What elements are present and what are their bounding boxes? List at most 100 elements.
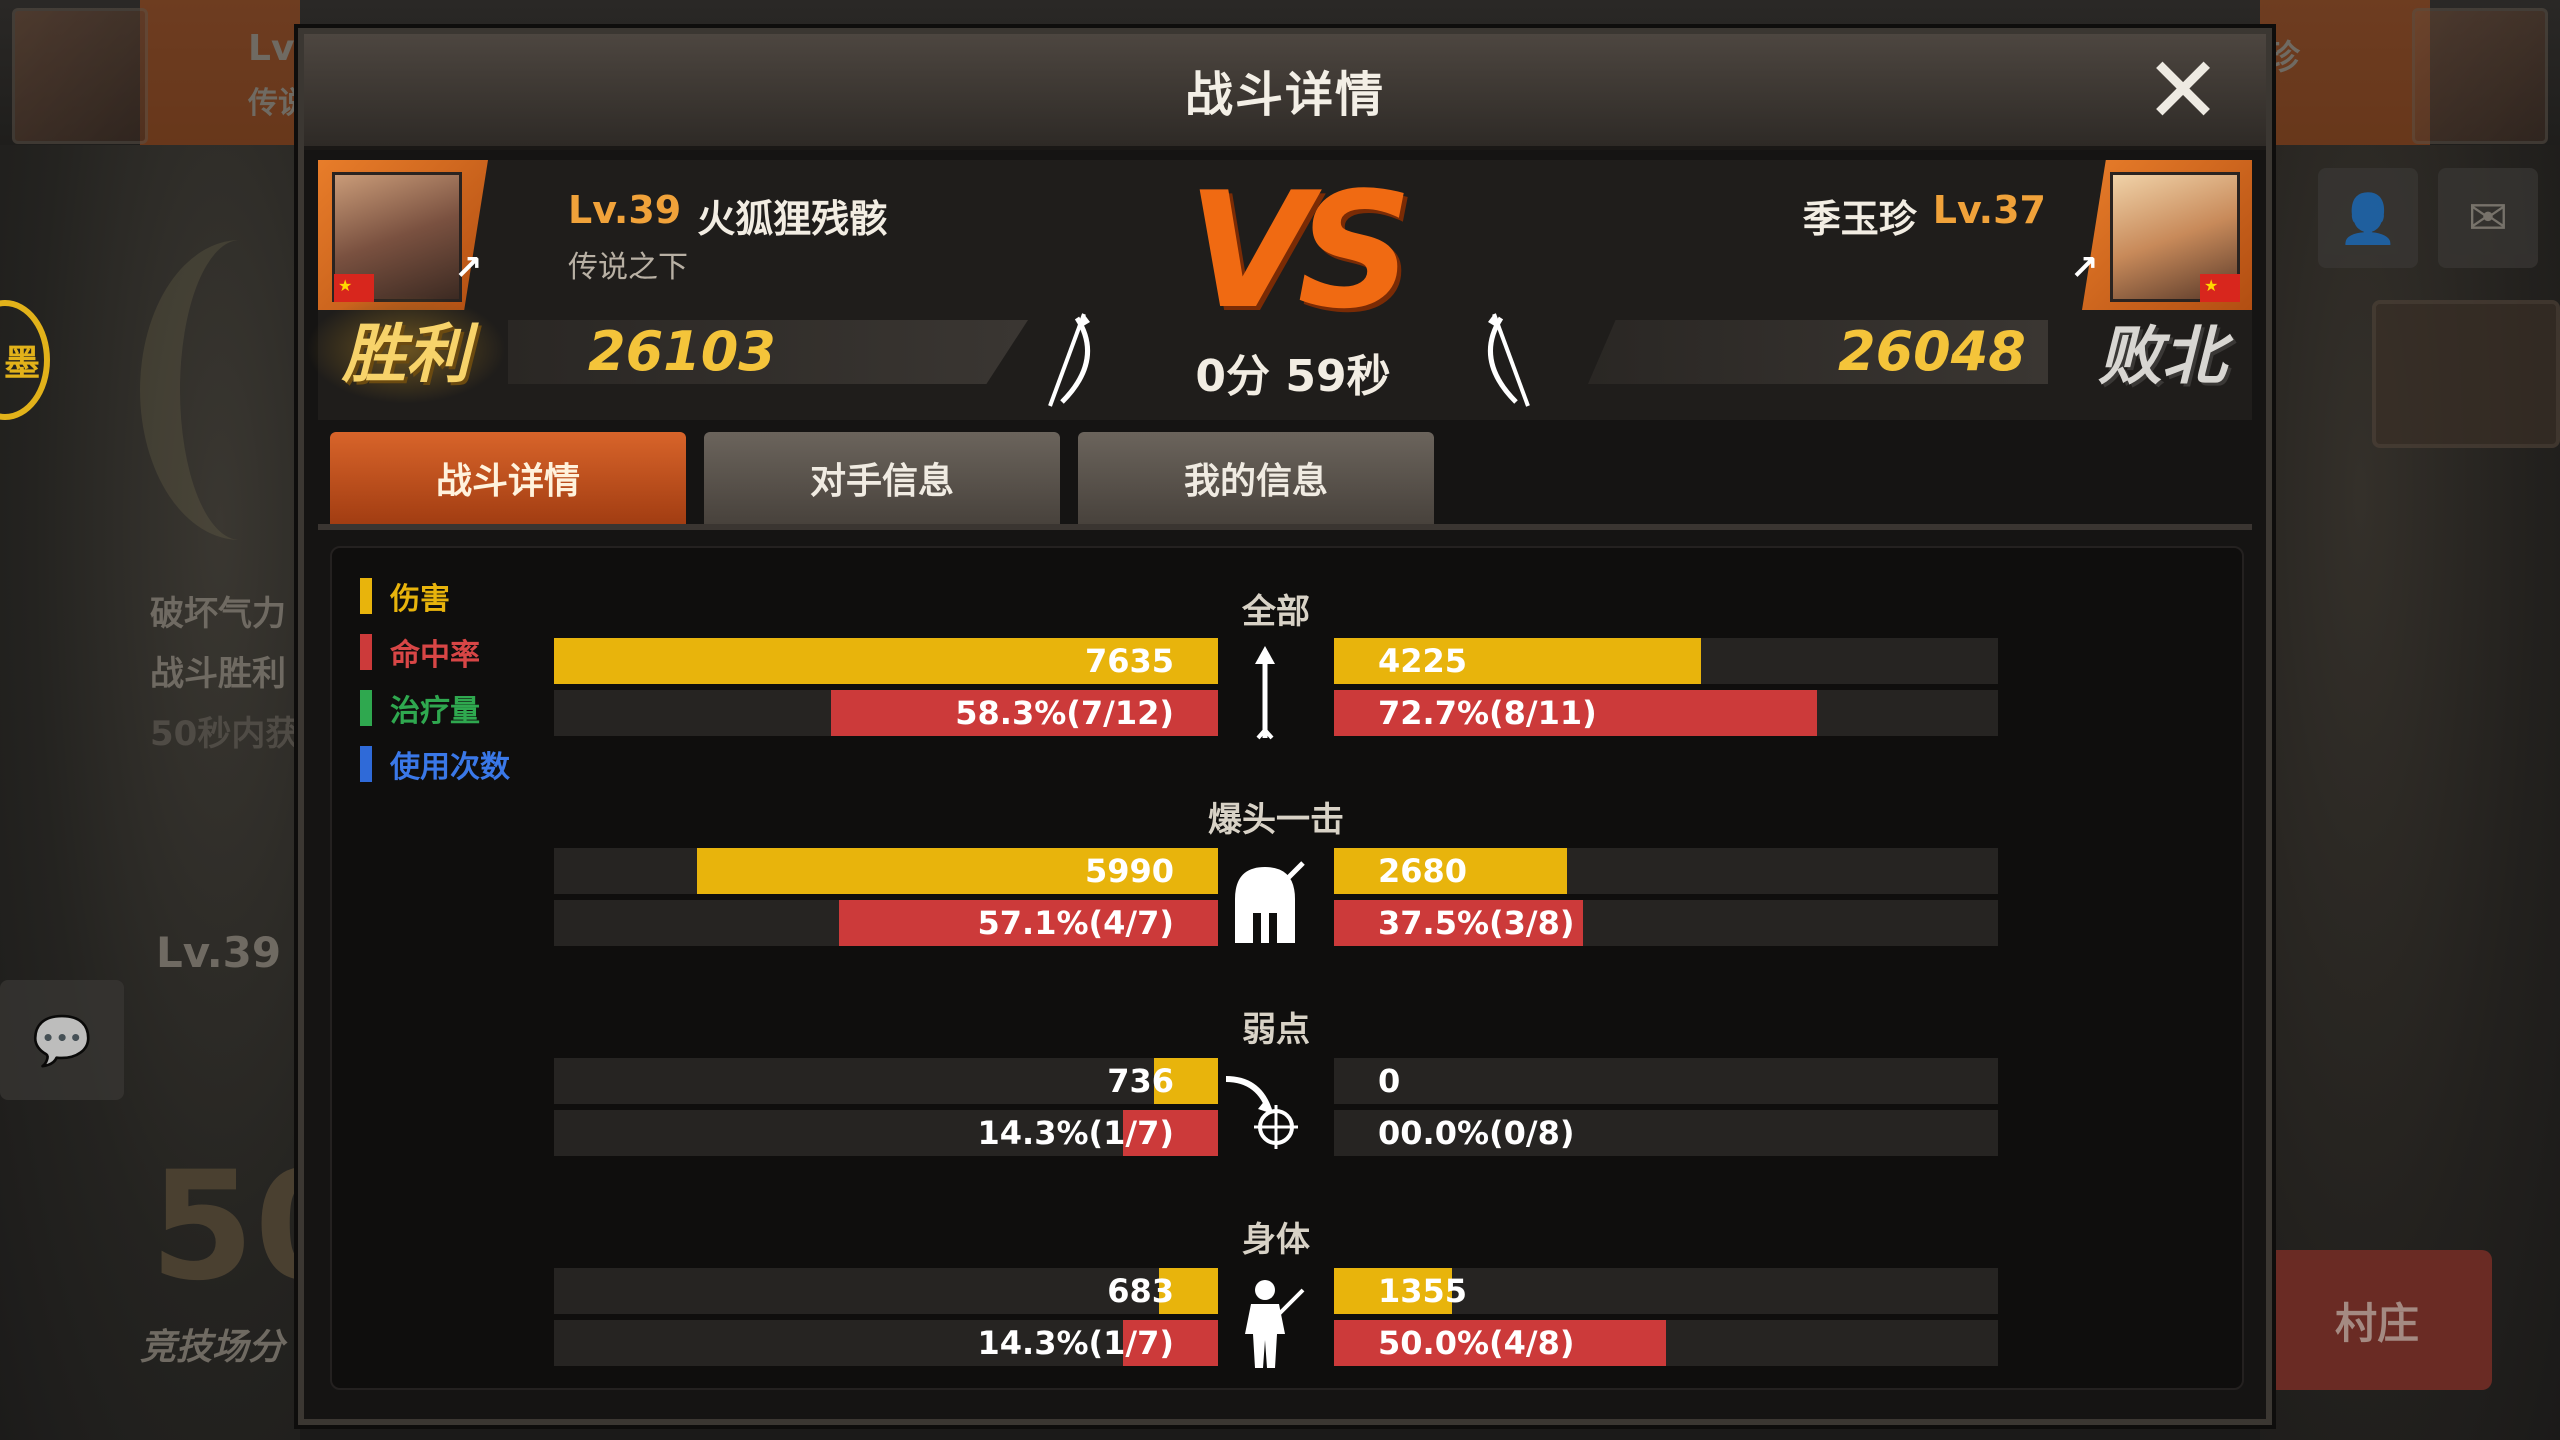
section-title-all: 全部 bbox=[1242, 592, 1310, 632]
player-bow-icon bbox=[1022, 310, 1112, 410]
headshot-right-damage-value: 2680 bbox=[1378, 852, 1468, 890]
legend-swatch bbox=[360, 746, 372, 782]
modal-title: 战斗详情 bbox=[1184, 67, 1385, 123]
battle-header: ↗ Lv.39 火狐狸残骸 传说之下 26103 胜利 VS 0分 59秒 ↗ … bbox=[306, 156, 2252, 420]
opponent-name-line: 季玉珍 Lv.37 bbox=[1803, 188, 2046, 243]
all-left-hit-value: 58.3%(7/12) bbox=[955, 694, 1174, 732]
legend-swatch bbox=[360, 634, 372, 670]
bg-seal-text: 墨 bbox=[3, 343, 40, 384]
weakpoint-left-hit-value: 14.3%(1/7) bbox=[977, 1114, 1174, 1152]
legend-swatch bbox=[360, 578, 372, 614]
opponent-level: Lv.37 bbox=[1932, 188, 2046, 232]
tab-divider bbox=[318, 524, 2252, 530]
legend-label: 治疗量 bbox=[390, 694, 480, 729]
body-left-hit-track: 14.3%(1/7) bbox=[554, 1320, 1218, 1366]
headshot-left-damage-value: 5990 bbox=[1084, 852, 1174, 890]
headshot-right-damage-track: 2680 bbox=[1334, 848, 1998, 894]
tab-label: 战斗详情 bbox=[435, 461, 580, 502]
body-right-hit-value: 50.0%(4/8) bbox=[1378, 1324, 1575, 1362]
arrow-icon bbox=[1220, 646, 1310, 746]
player-name: 火狐狸残骸 bbox=[697, 197, 888, 241]
opponent-bow-icon bbox=[1466, 310, 1556, 410]
bg-menu-item-3: 50秒内获 bbox=[150, 714, 300, 754]
modal-title-bar: 战斗详情 bbox=[304, 34, 2266, 150]
defeat-badge: 败北 bbox=[2062, 296, 2262, 406]
close-button[interactable]: ✕ bbox=[2140, 37, 2226, 144]
bg-left-orange-accent bbox=[140, 0, 300, 145]
bg-village-button[interactable]: 村庄 bbox=[2262, 1250, 2492, 1390]
legend-healing: 治疗量 bbox=[360, 686, 510, 730]
body-hit-icon bbox=[1220, 1274, 1310, 1374]
weakpoint-left-damage-track: 736 bbox=[554, 1058, 1218, 1104]
chat-icon: 💬 bbox=[32, 1012, 92, 1069]
section-title-body: 身体 bbox=[1242, 1220, 1310, 1260]
weakpoint-right-damage-value: 0 bbox=[1378, 1062, 1401, 1100]
all-right-hit-track: 72.7%(8/11) bbox=[1334, 690, 1998, 736]
victory-text: 胜利 bbox=[342, 318, 470, 392]
stats-legend: 伤害 命中率 治疗量 使用次数 bbox=[360, 574, 510, 786]
legend-label: 伤害 bbox=[390, 582, 450, 617]
weakpoint-right-hit-track: 00.0%(0/8) bbox=[1334, 1110, 1998, 1156]
tab-battle-details[interactable]: 战斗详情 bbox=[330, 432, 686, 524]
all-right-hit-value: 72.7%(8/11) bbox=[1378, 694, 1597, 732]
all-right-damage-value: 4225 bbox=[1378, 642, 1468, 680]
body-right-hit-track: 50.0%(4/8) bbox=[1334, 1320, 1998, 1366]
helmet-icon bbox=[1220, 854, 1310, 954]
vs-logo: VS bbox=[1187, 156, 1412, 344]
close-x-icon: ✕ bbox=[2144, 37, 2222, 144]
all-left-damage-value: 7635 bbox=[1084, 642, 1174, 680]
victory-badge: 胜利 bbox=[306, 294, 506, 404]
battle-stats-panel: 伤害 命中率 治疗量 使用次数 全部 7635 58.3%(7/12) 4225… bbox=[330, 546, 2244, 1390]
weakpoint-left-hit-track: 14.3%(1/7) bbox=[554, 1110, 1218, 1156]
opponent-rank-icon: ↗ bbox=[2070, 248, 2099, 288]
body-left-hit-value: 14.3%(1/7) bbox=[977, 1324, 1174, 1362]
headshot-left-damage-track: 5990 bbox=[554, 848, 1218, 894]
legend-swatch bbox=[360, 690, 372, 726]
bg-right-avatar bbox=[2412, 8, 2548, 144]
add-friend-icon: 👤 bbox=[2338, 190, 2398, 247]
bg-village-label: 村庄 bbox=[2334, 1298, 2419, 1348]
legend-use-count: 使用次数 bbox=[360, 742, 510, 786]
opponent-score: 26048 bbox=[1838, 320, 2026, 383]
body-left-damage-value: 683 bbox=[1107, 1272, 1174, 1310]
bg-chest-icon bbox=[2372, 300, 2560, 448]
body-left-damage-track: 683 bbox=[554, 1268, 1218, 1314]
headshot-left-hit-track: 57.1%(4/7) bbox=[554, 900, 1218, 946]
player-rank-icon: ↗ bbox=[454, 248, 483, 288]
defeat-text: 败北 bbox=[2098, 320, 2226, 394]
section-title-headshot: 爆头一击 bbox=[1208, 800, 1344, 840]
player-level: Lv.39 bbox=[568, 188, 682, 232]
bg-left-level-2: Lv.39 bbox=[156, 928, 282, 977]
headshot-right-hit-value: 37.5%(3/8) bbox=[1378, 904, 1575, 942]
battle-time: 0分 59秒 bbox=[1195, 351, 1391, 402]
mail-icon: ✉ bbox=[2467, 190, 2509, 246]
bg-caption: 竞技场分 bbox=[140, 1327, 285, 1368]
player-score: 26103 bbox=[588, 320, 776, 383]
bg-chat-button[interactable]: 💬 bbox=[0, 980, 124, 1100]
bg-add-friend-button[interactable]: 👤 bbox=[2318, 168, 2418, 268]
tab-opponent-info[interactable]: 对手信息 bbox=[704, 432, 1060, 524]
legend-hit-rate: 命中率 bbox=[360, 630, 510, 674]
bg-left-avatar bbox=[12, 8, 148, 144]
tab-my-info[interactable]: 我的信息 bbox=[1078, 432, 1434, 524]
weakpoint-target-icon bbox=[1220, 1064, 1310, 1164]
section-title-weakpoint: 弱点 bbox=[1242, 1010, 1310, 1050]
bg-left-level: Lv bbox=[248, 28, 295, 69]
body-right-damage-track: 1355 bbox=[1334, 1268, 1998, 1314]
all-left-hit-track: 58.3%(7/12) bbox=[554, 690, 1218, 736]
bg-menu-item-1: 破坏气力 bbox=[150, 594, 286, 634]
tab-label: 我的信息 bbox=[1183, 461, 1328, 502]
player-title: 传说之下 bbox=[568, 250, 688, 285]
headshot-left-hit-value: 57.1%(4/7) bbox=[977, 904, 1174, 942]
weakpoint-right-hit-value: 00.0%(0/8) bbox=[1378, 1114, 1575, 1152]
legend-damage: 伤害 bbox=[360, 574, 510, 618]
bg-mail-button[interactable]: ✉ bbox=[2438, 168, 2538, 268]
battle-detail-modal: 战斗详情 ✕ ↗ Lv.39 火狐狸残骸 传说之下 26103 胜利 VS 0分… bbox=[298, 28, 2272, 1425]
legend-label: 命中率 bbox=[390, 638, 480, 673]
bg-menu-item-2: 战斗胜利 bbox=[150, 654, 286, 694]
weakpoint-left-damage-value: 736 bbox=[1107, 1062, 1174, 1100]
headshot-right-hit-track: 37.5%(3/8) bbox=[1334, 900, 1998, 946]
legend-label: 使用次数 bbox=[390, 750, 510, 785]
player-name-line: Lv.39 火狐狸残骸 bbox=[568, 188, 887, 243]
body-right-damage-value: 1355 bbox=[1378, 1272, 1468, 1310]
